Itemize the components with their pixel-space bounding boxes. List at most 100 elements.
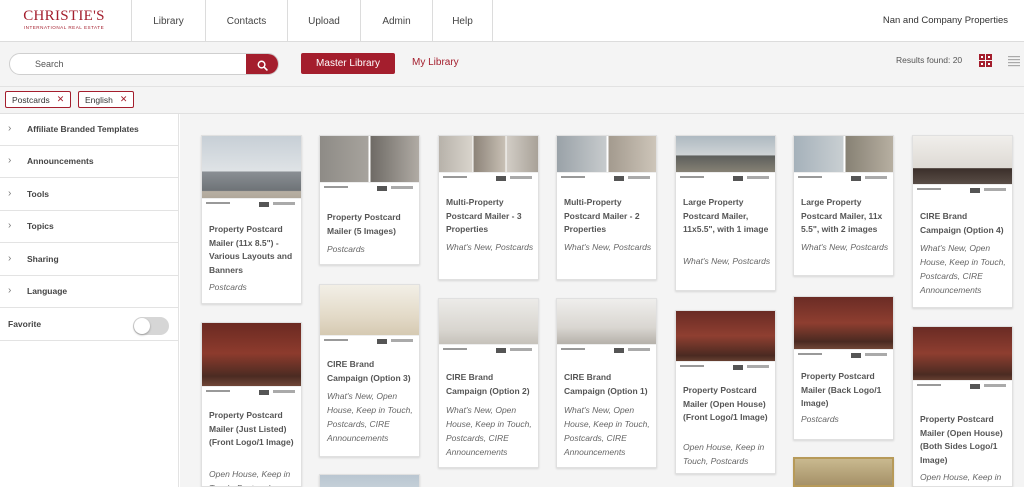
chevron-right-icon: › xyxy=(8,253,12,264)
sidebar-item-sharing[interactable]: › Sharing xyxy=(0,244,179,276)
tab-master-library[interactable]: Master Library xyxy=(301,53,395,74)
card-tags: What's New, Postcards xyxy=(564,242,652,252)
toggle-knob xyxy=(134,318,150,334)
template-thumbnail xyxy=(557,299,656,356)
template-card[interactable]: CIRE Brand Campaign (Option 1) What's Ne… xyxy=(556,298,657,468)
template-card[interactable]: Property Postcard Mailer (Open House) (B… xyxy=(912,326,1013,487)
favorite-filter: Favorite xyxy=(0,309,179,341)
chevron-right-icon: › xyxy=(8,123,12,134)
sidebar-item-affiliate-templates[interactable]: › Affiliate Branded Templates xyxy=(0,114,179,146)
search-icon xyxy=(257,60,268,71)
favorite-toggle[interactable] xyxy=(133,317,169,335)
card-title: CIRE Brand Campaign (Option 3) xyxy=(327,359,411,383)
card-tags: What's New, Postcards xyxy=(683,256,771,266)
template-thumbnail xyxy=(794,297,893,359)
template-grid: Property Postcard Mailer (11x 8.5") - Va… xyxy=(180,114,1024,487)
card-title: Large Property Postcard Mailer, 11x 5.5"… xyxy=(801,197,883,234)
tab-my-library[interactable]: My Library xyxy=(412,57,459,68)
card-tags: Postcards xyxy=(801,414,839,424)
template-card[interactable]: CIRE Brand Campaign (Option 3) What's Ne… xyxy=(319,284,420,457)
list-view-icon[interactable] xyxy=(1008,55,1020,67)
filter-chip-label: English xyxy=(85,94,113,105)
card-title: Property Postcard Mailer (Back Logo/1 Im… xyxy=(801,371,882,408)
card-title: Multi-Property Postcard Mailer - 2 Prope… xyxy=(564,197,640,234)
sidebar-item-label: Affiliate Branded Templates xyxy=(27,124,139,134)
card-tags: What's New, Open House, Keep in Touch, P… xyxy=(446,405,532,457)
template-thumbnail xyxy=(676,311,775,373)
search-box[interactable]: Search xyxy=(9,53,279,75)
filter-chip-postcards[interactable]: Postcards ✕ xyxy=(5,91,72,108)
template-thumbnail xyxy=(913,327,1012,393)
template-card[interactable]: CIRE Brand Campaign (Option 2) What's Ne… xyxy=(438,298,539,468)
card-tags: Postcards xyxy=(209,282,247,292)
sidebar-item-label: Topics xyxy=(27,221,54,231)
template-card[interactable] xyxy=(793,457,894,487)
active-filters: Postcards ✕ English ✕ xyxy=(0,87,1024,114)
sidebar-item-language[interactable]: › Language xyxy=(0,276,179,308)
company-menu[interactable]: Nan and Company Properties xyxy=(883,15,1008,26)
card-tags: Open House, Keep in Touch, Postcards xyxy=(209,469,291,486)
template-card[interactable]: Property Postcard Mailer (Open House) (F… xyxy=(675,310,776,474)
nav-help[interactable]: Help xyxy=(432,0,493,42)
template-card[interactable]: Large Property Postcard Mailer, 11x 5.5"… xyxy=(793,135,894,276)
card-tags: What's New, Open House, Keep in Touch, P… xyxy=(920,243,1006,295)
sidebar-item-label: Announcements xyxy=(27,156,94,166)
nav-upload[interactable]: Upload xyxy=(287,0,360,42)
sidebar-item-topics[interactable]: › Topics xyxy=(0,211,179,243)
nav-library[interactable]: Library xyxy=(131,0,205,42)
template-thumbnail xyxy=(202,323,301,399)
template-card[interactable]: Property Postcard Mailer (11x 8.5") - Va… xyxy=(201,135,302,304)
card-tags: Postcards xyxy=(327,244,365,254)
template-card[interactable]: Property Postcard Mailer (Just Listed) (… xyxy=(201,322,302,487)
filter-chip-label: Postcards xyxy=(12,94,50,105)
card-title: CIRE Brand Campaign (Option 1) xyxy=(564,372,648,396)
template-card[interactable]: CIRE Brand Campaign (Option 4) What's Ne… xyxy=(912,135,1013,308)
template-card[interactable]: Property Postcard Mailer (5 Images) Post… xyxy=(319,135,420,265)
sidebar-item-label: Tools xyxy=(27,189,50,199)
card-title: Property Postcard Mailer (Just Listed) (… xyxy=(209,410,294,447)
card-tags: What's New, Open House, Keep in Touch, P… xyxy=(327,391,413,443)
template-card[interactable]: Multi-Property Postcard Mailer - 2 Prope… xyxy=(556,135,657,280)
template-thumbnail xyxy=(913,136,1012,194)
logo-sub-text: INTERNATIONAL REAL ESTATE xyxy=(23,25,105,30)
results-count: Results found: 20 xyxy=(896,55,963,65)
sidebar-item-tools[interactable]: › Tools xyxy=(0,179,179,211)
search-input[interactable]: Search xyxy=(35,59,64,69)
close-icon[interactable]: ✕ xyxy=(57,94,65,105)
template-card[interactable]: Property Postcard Mailer (Back Logo/1 Im… xyxy=(793,296,894,440)
sidebar-item-label: Sharing xyxy=(27,254,59,264)
sidebar-item-label: Language xyxy=(27,286,68,296)
favorite-label: Favorite xyxy=(8,319,42,329)
nav-admin[interactable]: Admin xyxy=(360,0,432,42)
template-thumbnail xyxy=(439,136,538,184)
template-card[interactable]: Large Property Postcard Mailer, 11x5.5",… xyxy=(675,135,776,291)
search-button[interactable] xyxy=(246,54,278,74)
library-toolbar: Search Master Library My Library Results… xyxy=(0,42,1024,87)
christies-logo[interactable]: CHRISTIE'S INTERNATIONAL REAL ESTATE xyxy=(18,9,110,31)
top-navigation: CHRISTIE'S INTERNATIONAL REAL ESTATE Lib… xyxy=(0,0,1024,42)
grid-view-icon[interactable] xyxy=(979,54,992,67)
card-title: Property Postcard Mailer (11x 8.5") - Va… xyxy=(209,224,293,275)
filter-sidebar: › Affiliate Branded Templates › Announce… xyxy=(0,114,179,487)
chevron-right-icon: › xyxy=(8,155,12,166)
card-tags: What's New, Postcards xyxy=(446,242,534,252)
template-card[interactable]: Multi-Property Postcard Mailer - 3 Prope… xyxy=(438,135,539,280)
card-title: Property Postcard Mailer (Open House) (B… xyxy=(920,414,1003,465)
template-thumbnail xyxy=(202,136,301,214)
card-title: Property Postcard Mailer (5 Images) xyxy=(327,212,401,236)
filter-chip-english[interactable]: English ✕ xyxy=(78,91,135,108)
card-title: Multi-Property Postcard Mailer - 3 Prope… xyxy=(446,197,522,234)
template-thumbnail xyxy=(557,136,656,184)
sidebar-item-announcements[interactable]: › Announcements xyxy=(0,146,179,178)
template-thumbnail xyxy=(320,136,419,198)
close-icon[interactable]: ✕ xyxy=(120,94,128,105)
chevron-right-icon: › xyxy=(8,188,12,199)
card-tags: What's New, Postcards xyxy=(801,242,889,252)
nav-contacts[interactable]: Contacts xyxy=(205,0,287,42)
card-tags: What's New, Open House, Keep in Touch, P… xyxy=(564,405,650,457)
template-thumbnail xyxy=(320,285,419,347)
logo-main-text: CHRISTIE'S xyxy=(23,8,105,24)
template-thumbnail xyxy=(439,299,538,356)
template-card[interactable] xyxy=(319,474,420,487)
chevron-right-icon: › xyxy=(8,285,12,296)
